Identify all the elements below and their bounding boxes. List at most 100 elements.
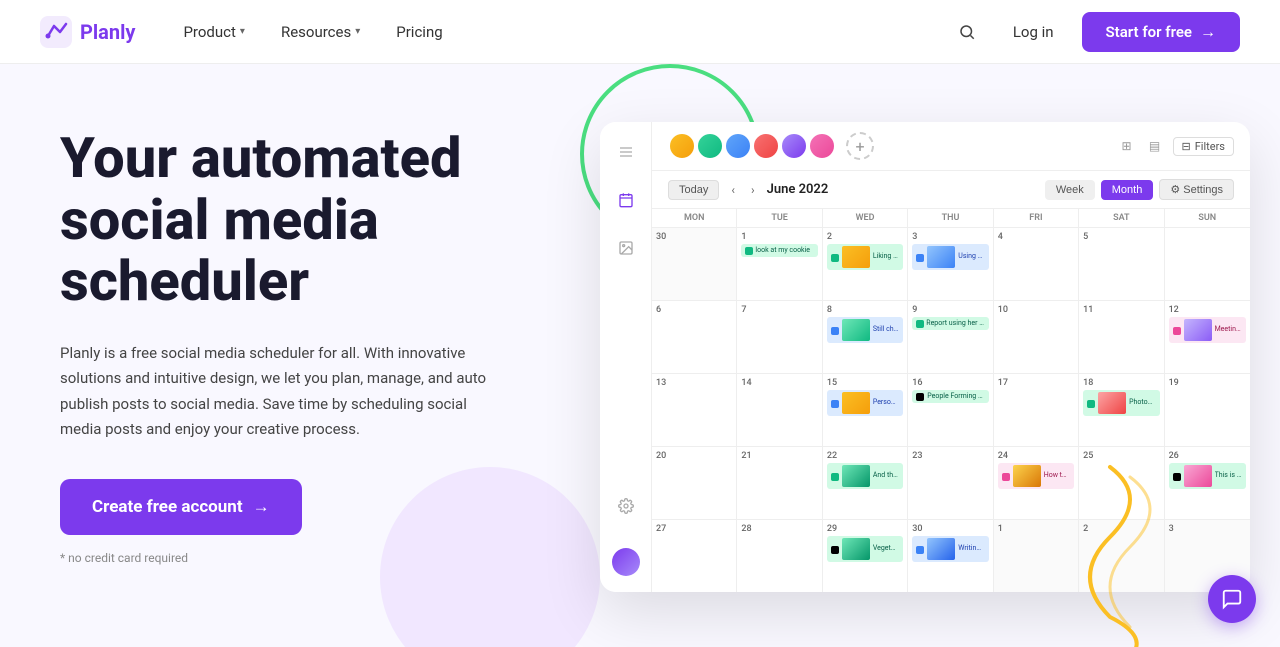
event-card[interactable]: Liking shoes... bbox=[827, 244, 903, 270]
event-dot bbox=[831, 254, 839, 262]
nav-pricing[interactable]: Pricing bbox=[380, 15, 458, 49]
event-card[interactable]: Still checking social media... bbox=[827, 317, 903, 343]
event-card[interactable]: People Forming team... bbox=[912, 390, 988, 403]
cal-cell-jun30[interactable]: 30 Writing on her Notebook... bbox=[908, 520, 993, 592]
filter-icon: ⊟ bbox=[1182, 140, 1191, 153]
hero-left: Your automated social media scheduler Pl… bbox=[60, 112, 540, 565]
cal-cell-jun1[interactable]: 1 look at my cookie bbox=[737, 228, 822, 300]
nav-links: Product ▾ Resources ▾ Pricing bbox=[167, 15, 948, 49]
calendar-header-right: Week Month ⚙ Settings bbox=[1045, 179, 1234, 200]
event-card[interactable]: Person Holding Midnight... bbox=[827, 390, 903, 416]
calendar-header: Today ‹ › June 2022 Week Month ⚙ Setting… bbox=[652, 171, 1250, 209]
cal-cell-jun29[interactable]: 29 Vegetable Salad in Pan... bbox=[823, 520, 908, 592]
event-dot bbox=[916, 393, 924, 401]
event-image bbox=[842, 465, 870, 487]
profile-bar-right: ⊞ ▤ ⊟ Filters bbox=[1117, 136, 1235, 156]
next-month-button[interactable]: › bbox=[747, 181, 759, 199]
cal-cell-jun21[interactable]: 21 bbox=[737, 447, 822, 519]
add-profile-button[interactable]: + bbox=[846, 132, 874, 160]
event-card[interactable]: Report using her Smartphone... bbox=[912, 317, 988, 330]
avatar-2 bbox=[696, 132, 724, 160]
sidebar-calendar-icon[interactable] bbox=[612, 186, 640, 214]
week-view-button[interactable]: Week bbox=[1045, 180, 1095, 200]
cal-cell-jun22[interactable]: 22 And they are only one who... bbox=[823, 447, 908, 519]
event-image bbox=[927, 538, 955, 560]
event-dot bbox=[831, 546, 839, 554]
hero-section: Your automated social media scheduler Pl… bbox=[0, 64, 1280, 647]
cal-cell-jun28[interactable]: 28 bbox=[737, 520, 822, 592]
event-image bbox=[1098, 392, 1126, 414]
cal-cell-jun4[interactable]: 4 bbox=[994, 228, 1079, 300]
avatar-6 bbox=[808, 132, 836, 160]
sidebar-menu-icon[interactable] bbox=[612, 138, 640, 166]
app-sidebar bbox=[600, 122, 652, 592]
cal-cell-jun20[interactable]: 20 bbox=[652, 447, 737, 519]
month-view-button[interactable]: Month bbox=[1101, 180, 1154, 200]
calendar-day-names: MON TUE WED THU FRI SAT SUN bbox=[652, 209, 1250, 228]
login-button[interactable]: Log in bbox=[1001, 15, 1066, 49]
day-fri: FRI bbox=[994, 209, 1079, 227]
cal-cell-jun10[interactable]: 10 bbox=[994, 301, 1079, 373]
calendar-week-3: 13 14 15 Person Holding Midnight... bbox=[652, 374, 1250, 447]
event-card[interactable]: Meeting time. How often... bbox=[1169, 317, 1246, 343]
cal-cell-may30[interactable]: 30 bbox=[652, 228, 737, 300]
event-dot bbox=[1002, 473, 1010, 481]
event-card[interactable]: Vegetable Salad in Pan... bbox=[827, 536, 903, 562]
cal-cell-jun23[interactable]: 23 bbox=[908, 447, 993, 519]
hero-right: + ⊞ ▤ ⊟ Filters Today ‹ › June 2 bbox=[580, 112, 1220, 647]
event-image bbox=[842, 392, 870, 414]
logo[interactable]: Planly bbox=[40, 16, 135, 48]
cal-cell-jun12[interactable]: 12 Meeting time. How often... bbox=[1165, 301, 1250, 373]
day-mon: MON bbox=[652, 209, 737, 227]
event-card[interactable]: look at my cookie bbox=[741, 244, 817, 257]
cal-cell-jun11[interactable]: 11 bbox=[1079, 301, 1164, 373]
cal-cell-jun17[interactable]: 17 bbox=[994, 374, 1079, 446]
event-dot bbox=[1173, 327, 1181, 335]
event-card[interactable]: Using smart phone... bbox=[912, 244, 988, 270]
nav-product[interactable]: Product ▾ bbox=[167, 15, 260, 49]
cal-cell-jun15[interactable]: 15 Person Holding Midnight... bbox=[823, 374, 908, 446]
cal-cell-jun2[interactable]: 2 Liking shoes... bbox=[823, 228, 908, 300]
nav-right: Log in Start for free → bbox=[949, 12, 1240, 52]
grid-view-icon[interactable]: ⊞ bbox=[1117, 136, 1137, 156]
cal-cell-jun7[interactable]: 7 bbox=[737, 301, 822, 373]
product-chevron-icon: ▾ bbox=[240, 26, 245, 37]
chat-button[interactable] bbox=[1208, 575, 1256, 623]
sidebar-settings-icon[interactable] bbox=[612, 492, 640, 520]
list-view-icon[interactable]: ▤ bbox=[1145, 136, 1165, 156]
sidebar-avatar[interactable] bbox=[612, 548, 640, 576]
event-card[interactable]: Writing on her Notebook... bbox=[912, 536, 988, 562]
event-card[interactable]: And they are only one who... bbox=[827, 463, 903, 489]
month-title: June 2022 bbox=[767, 182, 829, 197]
today-button[interactable]: Today bbox=[668, 180, 719, 200]
event-image bbox=[1184, 319, 1212, 341]
nav-resources[interactable]: Resources ▾ bbox=[265, 15, 376, 49]
event-dot bbox=[916, 320, 924, 328]
cal-cell-jun19[interactable]: 19 bbox=[1165, 374, 1250, 446]
sidebar-image-icon[interactable] bbox=[612, 234, 640, 262]
no-credit-card-label: * no credit card required bbox=[60, 551, 540, 565]
filters-button[interactable]: ⊟ Filters bbox=[1173, 137, 1235, 156]
cal-cell-jun3[interactable]: 3 Using smart phone... bbox=[908, 228, 993, 300]
cal-cell-jun6[interactable]: 6 bbox=[652, 301, 737, 373]
avatar-5 bbox=[780, 132, 808, 160]
cal-cell-jun14[interactable]: 14 bbox=[737, 374, 822, 446]
search-button[interactable] bbox=[949, 14, 985, 50]
event-image bbox=[842, 538, 870, 560]
calendar-settings-button[interactable]: ⚙ Settings bbox=[1159, 179, 1234, 200]
prev-month-button[interactable]: ‹ bbox=[727, 181, 739, 199]
cal-cell-jun13[interactable]: 13 bbox=[652, 374, 737, 446]
cal-cell-jun8[interactable]: 8 Still checking social media... bbox=[823, 301, 908, 373]
event-dot bbox=[1087, 400, 1095, 408]
start-free-button[interactable]: Start for free → bbox=[1082, 12, 1240, 52]
cal-cell-jun-extra[interactable] bbox=[1165, 228, 1250, 300]
cal-cell-jun9[interactable]: 9 Report using her Smartphone... bbox=[908, 301, 993, 373]
create-account-button[interactable]: Create free account → bbox=[60, 479, 302, 535]
logo-text: Planly bbox=[80, 20, 135, 44]
event-card[interactable]: Photography of Woman... bbox=[1083, 390, 1159, 416]
cal-cell-jun16[interactable]: 16 People Forming team... bbox=[908, 374, 993, 446]
cal-cell-jun27[interactable]: 27 bbox=[652, 520, 737, 592]
cal-cell-jun18[interactable]: 18 Photography of Woman... bbox=[1079, 374, 1164, 446]
calendar-week-2: 6 7 8 Still checking social media... bbox=[652, 301, 1250, 374]
cal-cell-jun5[interactable]: 5 bbox=[1079, 228, 1164, 300]
